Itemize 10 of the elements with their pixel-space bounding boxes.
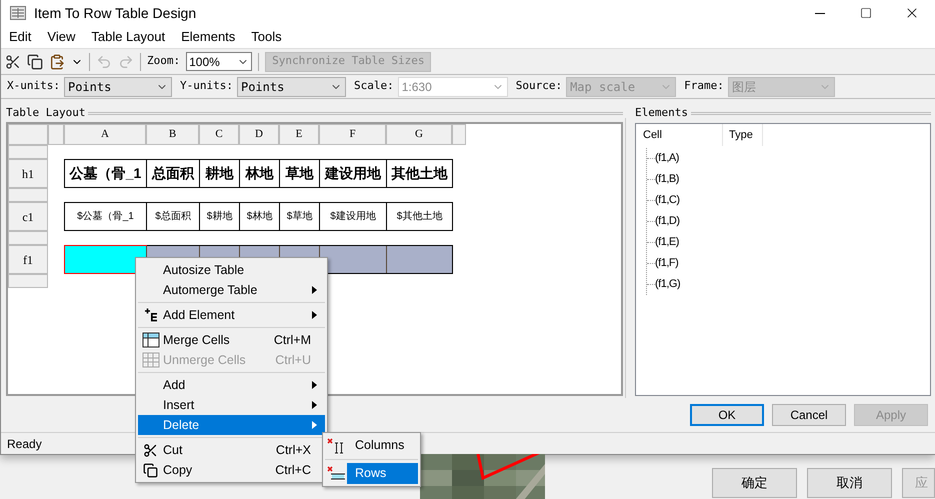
panel-title: Elements [635,104,688,121]
field-label: Y-units: [180,78,233,94]
field-label: Source: [516,78,562,94]
field-label: Frame: [684,78,724,94]
panel-title: Table Layout [6,104,86,121]
zoom-label: Zoom: [147,53,180,70]
status-text: Ready [7,436,42,452]
field-label: Scale: [354,78,394,94]
field-label: X-units: [7,78,60,94]
window-title: Item To Row Table Design [34,4,196,23]
